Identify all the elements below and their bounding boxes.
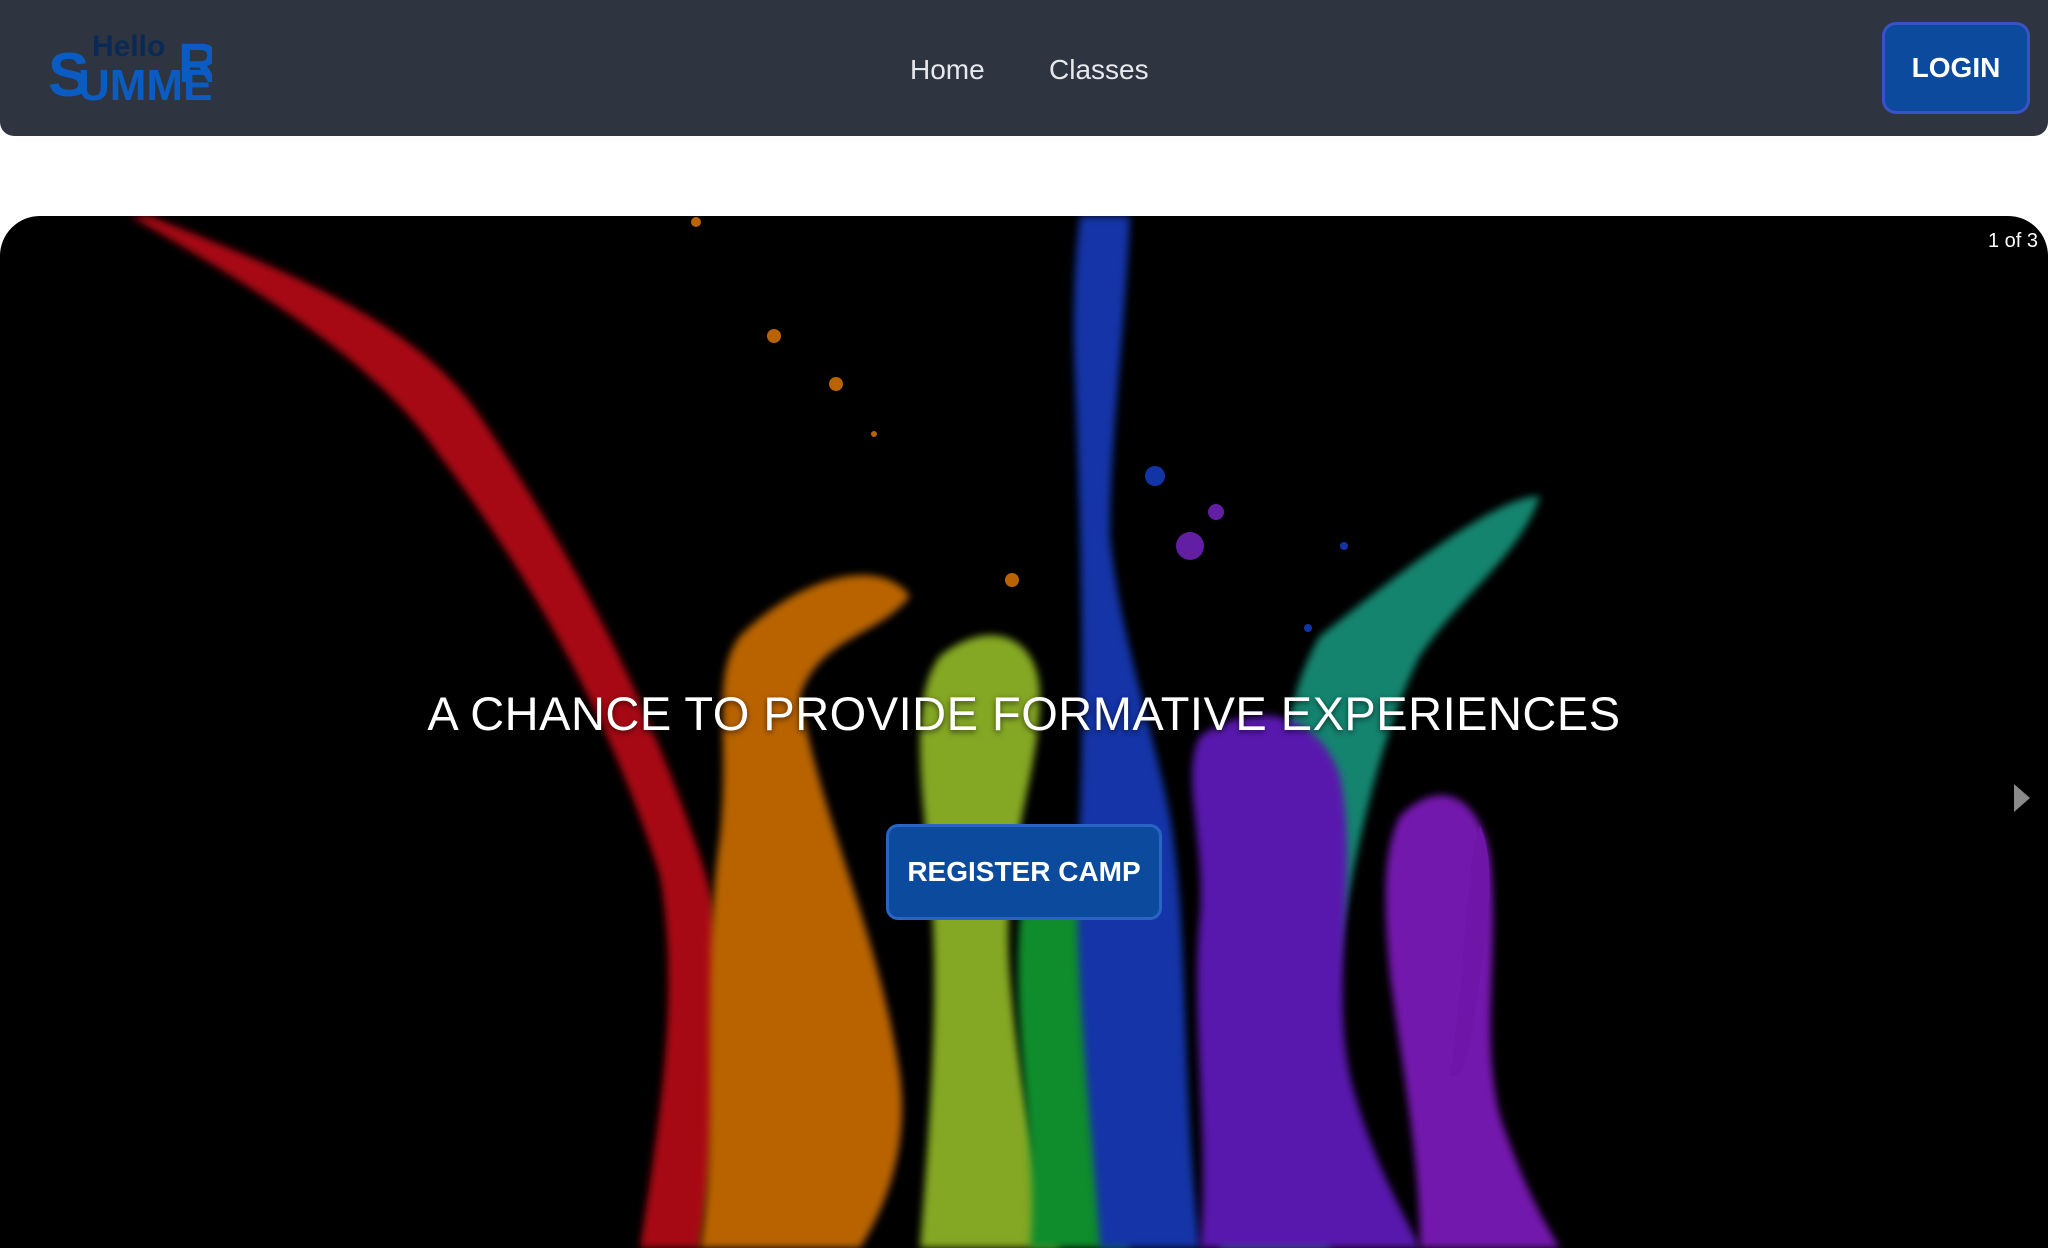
register-camp-button[interactable]: REGISTER CAMP [886, 824, 1162, 920]
navbar: S Hello UMME R Home Classes LOGIN [0, 0, 2048, 136]
svg-text:R: R [178, 31, 212, 94]
chevron-right-icon[interactable] [2010, 780, 2034, 816]
slide-counter: 1 of 3 [1987, 230, 2038, 252]
hero-title: A CHANCE TO PROVIDE FORMATIVE EXPERIENCE… [427, 687, 1621, 740]
logo-graphic: S Hello UMME R [48, 30, 212, 110]
nav-classes-link[interactable]: Classes [1049, 50, 1149, 90]
svg-text:Hello: Hello [92, 30, 165, 63]
hello-summer-logo[interactable]: S Hello UMME R [48, 26, 212, 110]
login-button[interactable]: LOGIN [1882, 22, 2030, 114]
nav-home-link[interactable]: Home [910, 50, 985, 90]
main-nav: Home Classes [0, 0, 2048, 136]
hero-carousel: 1 of 3 A CHANCE TO PROVIDE FORMATIVE EXP… [0, 216, 2048, 1248]
